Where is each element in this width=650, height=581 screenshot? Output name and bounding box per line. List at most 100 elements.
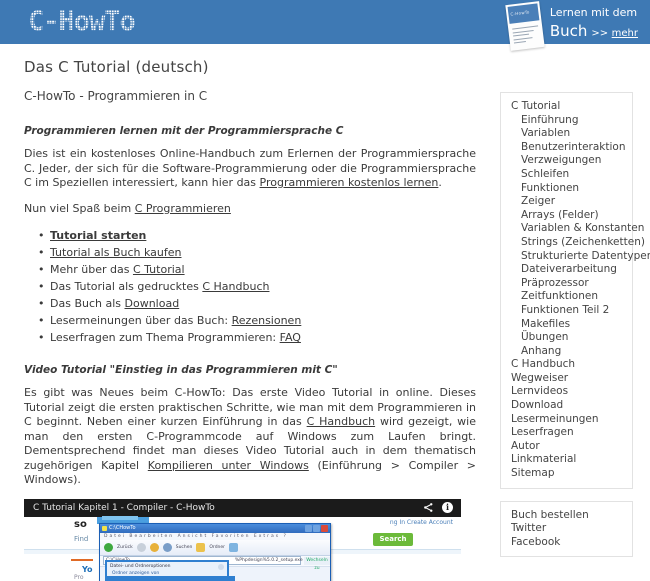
- video-actions: i: [423, 501, 453, 513]
- overlay-orange-rule: [71, 558, 93, 561]
- sidebar-item-leserfragen[interactable]: Leserfragen: [501, 426, 632, 440]
- list-item-prefix: Mehr über das: [50, 263, 133, 276]
- link-c-tutorial[interactable]: C Tutorial: [133, 263, 185, 276]
- sidebar-item-funktionen-teil-2[interactable]: Funktionen Teil 2: [501, 304, 632, 318]
- info-icon[interactable]: i: [442, 501, 453, 513]
- overlay-find-label: Find: [74, 534, 89, 543]
- search-label: Suchen: [175, 544, 193, 550]
- link-c-handbuch-2[interactable]: C Handbuch: [307, 415, 375, 428]
- sidebar-item-twitter[interactable]: Twitter: [501, 522, 632, 536]
- intro-text-b: .: [438, 176, 442, 189]
- sidebar-item-facebook[interactable]: Facebook: [501, 536, 632, 550]
- explorer-lower-panel: [105, 575, 235, 581]
- explorer-title: C:\CHowTo: [109, 525, 136, 531]
- list-item: Lesermeinungen über das Buch: Rezensione…: [38, 312, 476, 329]
- overlay-explorer-window: C:\CHowTo Datei Bearbeiten Ansicht Favor…: [99, 522, 331, 581]
- sidebar-item-c-handbuch[interactable]: C Handbuch: [501, 358, 632, 372]
- link-faq[interactable]: FAQ: [280, 331, 301, 344]
- dialog-close-icon: [218, 563, 224, 570]
- sidebar-item-linkmaterial[interactable]: Linkmaterial: [501, 453, 632, 467]
- sidebar-item-lernvideos[interactable]: Lernvideos: [501, 385, 632, 399]
- sidebar-item-praeprozessor[interactable]: Präprozessor: [501, 277, 632, 291]
- dialog-title: Datei- und Ordneroptionen: [110, 563, 171, 569]
- back-icon: [104, 542, 113, 552]
- sidebar-item-einfuehrung[interactable]: Einführung: [501, 114, 632, 128]
- list-item: Mehr über das C Tutorial: [38, 261, 476, 278]
- sidebar-item-arrays[interactable]: Arrays (Felder): [501, 209, 632, 223]
- sidebar-item-verzweigungen[interactable]: Verzweigungen: [501, 154, 632, 168]
- explorer-toolbar: Zurück Suchen Ordner: [100, 539, 330, 556]
- page-subtitle: C-HowTo - Programmieren in C: [24, 89, 208, 103]
- sidebar-item-sitemap[interactable]: Sitemap: [501, 467, 632, 481]
- forward-icon: [136, 542, 146, 552]
- link-tutorial-starten[interactable]: Tutorial starten: [50, 229, 146, 242]
- link-tutorial-als-buch-kaufen[interactable]: Tutorial als Buch kaufen: [50, 246, 182, 259]
- site-header: C-HowTo C-HowTo Lernen mit dem Buch >> me…: [0, 0, 650, 51]
- link-c-programmieren[interactable]: C Programmieren: [135, 202, 231, 215]
- list-item-prefix: Das Buch als: [50, 297, 125, 310]
- folders-icon: [196, 542, 206, 552]
- explorer-menubar: Datei Bearbeiten Ansicht Favoriten Extra…: [100, 532, 330, 540]
- promo-line-2: Buch >> mehr: [550, 22, 638, 41]
- explorer-title-bar: C:\CHowTo: [100, 523, 330, 533]
- link-programmieren-kostenlos-lernen[interactable]: Programmieren kostenlos lernen: [260, 176, 439, 189]
- site-logo[interactable]: C-HowTo: [28, 6, 136, 37]
- minimize-icon: [305, 524, 312, 532]
- video-paragraph: Es gibt was Neues beim C-HowTo: Das erst…: [24, 386, 476, 488]
- sidebar-item-variablen-konstanten[interactable]: Variablen & Konstanten: [501, 222, 644, 236]
- book-promo[interactable]: C-HowTo Lernen mit dem Buch >> mehr: [505, 0, 638, 52]
- fun-paragraph: Nun viel Spaß beim C Programmieren: [24, 202, 476, 217]
- sidebar-item-anhang[interactable]: Anhang: [501, 345, 632, 359]
- list-item: Tutorial als Buch kaufen: [38, 244, 476, 261]
- sidebar-item-variablen[interactable]: Variablen: [501, 127, 632, 141]
- sidebar-item-autor[interactable]: Autor: [501, 440, 632, 454]
- fun-text-a: Nun viel Spaß beim: [24, 201, 135, 215]
- promo-buch-label: Buch: [549, 21, 588, 40]
- sidebar-item-makefiles[interactable]: Makefiles: [501, 318, 632, 332]
- sidebar-item-wegweiser[interactable]: Wegweiser: [501, 372, 632, 386]
- promo-mehr-link[interactable]: mehr: [612, 28, 638, 39]
- up-icon: [149, 542, 159, 552]
- quick-links-list: Tutorial starten Tutorial als Buch kaufe…: [24, 227, 476, 346]
- sidebar-item-benutzerinteraktion[interactable]: Benutzerinteraktion: [501, 141, 632, 155]
- video-frame-content: so Find ng In Create Account Search Yo P…: [24, 515, 461, 581]
- close-icon: [321, 524, 328, 532]
- sidebar-item-buch-bestellen[interactable]: Buch bestellen: [501, 509, 632, 523]
- sidebar-item-strukturierte-datentypen[interactable]: Strukturierte Datentypen: [501, 250, 650, 264]
- sidebar-item-strings[interactable]: Strings (Zeichenketten): [501, 236, 645, 250]
- search-icon: [162, 542, 172, 552]
- book-thumbnail-image: C-HowTo: [505, 1, 545, 51]
- page-title: Das C Tutorial (deutsch): [24, 58, 209, 76]
- overlay-account-nav: ng In Create Account: [389, 518, 453, 526]
- main-content: Das C Tutorial (deutsch) C-HowTo - Progr…: [24, 58, 476, 581]
- list-item-prefix: Lesermeinungen über das Buch:: [50, 314, 232, 327]
- link-rezensionen[interactable]: Rezensionen: [232, 314, 302, 327]
- sidebar-item-funktionen[interactable]: Funktionen: [501, 182, 632, 196]
- video-player[interactable]: C Tutorial Kapitel 1 - Compiler - C-HowT…: [24, 498, 461, 581]
- link-download[interactable]: Download: [125, 297, 180, 310]
- site-logo-text: C-HowTo: [28, 6, 136, 37]
- sidebar-item-lesermeinungen[interactable]: Lesermeinungen: [501, 413, 632, 427]
- sidebar-item-uebungen[interactable]: Übungen: [501, 331, 632, 345]
- section-heading-1: Programmieren lernen mit der Programmier…: [24, 125, 344, 137]
- sidebar: C Tutorial Einführung Variablen Benutzer…: [500, 92, 650, 569]
- folders-label: Ordner: [209, 544, 226, 550]
- sidebar-item-download[interactable]: Download: [501, 399, 632, 413]
- intro-paragraph: Dies ist ein kostenloses Online-Handbuch…: [24, 147, 476, 191]
- sidebar-item-schleifen[interactable]: Schleifen: [501, 168, 632, 182]
- list-item: Das Buch als Download: [38, 295, 476, 312]
- go-button: Wechseln zu: [304, 556, 330, 571]
- overlay-yo-label: Yo: [82, 564, 93, 574]
- folder-icon: [102, 525, 107, 531]
- link-c-handbuch[interactable]: C Handbuch: [202, 280, 269, 293]
- sidebar-item-dateiverarbeitung[interactable]: Dateiverarbeitung: [501, 263, 632, 277]
- overlay-small-label: Pro: [74, 573, 84, 581]
- share-icon[interactable]: [423, 502, 434, 513]
- back-label: Zurück: [117, 544, 133, 550]
- sidebar-item-zeiger[interactable]: Zeiger: [501, 195, 632, 209]
- list-item: Leserfragen zum Thema Programmieren: FAQ: [38, 329, 476, 346]
- sidebar-item-zeitfunktionen[interactable]: Zeitfunktionen: [501, 290, 632, 304]
- link-kompilieren-unter-windows[interactable]: Kompilieren unter Windows: [148, 459, 309, 472]
- sidebar-item-c-tutorial[interactable]: C Tutorial: [501, 100, 632, 114]
- views-icon: [229, 542, 239, 552]
